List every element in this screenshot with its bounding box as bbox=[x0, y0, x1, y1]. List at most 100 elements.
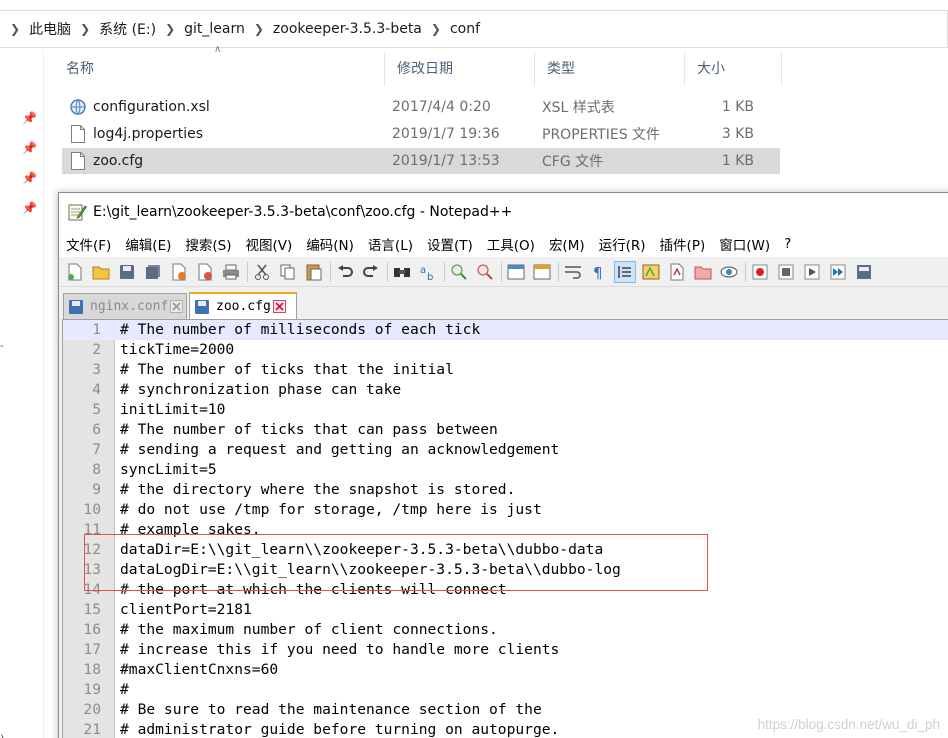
column-header-type[interactable]: 类型 bbox=[535, 52, 685, 86]
folder-as-workspace-icon[interactable] bbox=[693, 262, 713, 282]
column-header-name[interactable]: ∧ 名称 bbox=[54, 44, 385, 86]
zoom-out-icon[interactable] bbox=[475, 262, 495, 282]
copy-icon[interactable] bbox=[278, 262, 298, 282]
breadcrumb-separator-icon[interactable]: ❯ bbox=[431, 22, 441, 36]
menu-file[interactable]: 文件(F) bbox=[66, 234, 111, 254]
code-line[interactable]: 3 # The number of ticks that the initial bbox=[63, 360, 948, 380]
menu-settings[interactable]: 设置(T) bbox=[427, 234, 473, 254]
close-tab-icon[interactable] bbox=[170, 300, 184, 313]
indent-guide-icon[interactable] bbox=[614, 260, 636, 283]
breadcrumb-item-drive[interactable]: 系统 (E:) bbox=[99, 19, 156, 39]
sync-horizontal-icon[interactable] bbox=[532, 262, 552, 282]
file-row-selected[interactable]: zoo.cfg 2019/1/7 13:53 CFG 文件 1 KB bbox=[62, 148, 780, 174]
word-wrap-icon[interactable] bbox=[563, 262, 583, 282]
toolbar-separator bbox=[745, 261, 746, 282]
column-header-modified[interactable]: 修改日期 bbox=[385, 52, 535, 86]
menu-macro[interactable]: 宏(M) bbox=[549, 234, 585, 254]
stop-recording-icon[interactable] bbox=[776, 262, 796, 282]
code-line[interactable]: 5 initLimit=10 bbox=[63, 400, 948, 420]
code-line[interactable]: 9 # the directory where the snapshot is s… bbox=[63, 480, 948, 500]
monitoring-icon[interactable] bbox=[719, 262, 739, 282]
show-all-characters-icon[interactable]: ¶ bbox=[589, 262, 609, 282]
code-line[interactable]: 6 # The number of ticks that can pass bet… bbox=[63, 420, 948, 440]
save-macro-icon[interactable] bbox=[854, 262, 874, 282]
column-header-size[interactable]: 大小 bbox=[685, 52, 782, 86]
breadcrumb-separator-icon[interactable]: ❯ bbox=[80, 22, 90, 36]
code-line[interactable]: 19 # bbox=[63, 680, 948, 700]
code-line[interactable]: 16 # the maximum number of client connect… bbox=[63, 620, 948, 640]
menu-edit[interactable]: 编辑(E) bbox=[125, 234, 171, 254]
code-line-current[interactable]: 1 # The number of milliseconds of each ti… bbox=[63, 320, 948, 340]
redo-icon[interactable] bbox=[361, 262, 381, 282]
menu-search[interactable]: 搜索(S) bbox=[185, 234, 231, 254]
code-editor[interactable]: 1 # The number of milliseconds of each ti… bbox=[62, 319, 948, 738]
record-macro-icon[interactable] bbox=[750, 262, 770, 282]
pin-icon[interactable]: 📌 bbox=[22, 201, 37, 215]
svg-text:a: a bbox=[420, 265, 426, 276]
breadcrumb-chevron-icon[interactable]: ❯ bbox=[10, 22, 20, 36]
sync-vertical-icon[interactable] bbox=[506, 262, 526, 282]
close-tab-icon[interactable] bbox=[272, 300, 286, 313]
line-number: 8 bbox=[92, 461, 101, 478]
open-file-icon[interactable] bbox=[91, 262, 111, 282]
file-row[interactable]: configuration.xsl 2017/4/4 0:20 XSL 样式表 … bbox=[62, 94, 780, 120]
undo-icon[interactable] bbox=[335, 262, 355, 282]
pin-icon[interactable]: 📌 bbox=[22, 171, 37, 185]
breadcrumb-item-conf[interactable]: conf bbox=[450, 21, 480, 37]
tab-zoo-cfg[interactable]: zoo.cfg bbox=[189, 292, 297, 319]
file-list-header: ∧ 名称 修改日期 类型 大小 bbox=[54, 44, 784, 86]
code-line[interactable]: 8 syncLimit=5 bbox=[63, 460, 948, 480]
menu-tools[interactable]: 工具(O) bbox=[487, 234, 535, 254]
svg-text:b: b bbox=[427, 272, 433, 281]
zoom-in-icon[interactable] bbox=[449, 262, 469, 282]
user-defined-language-icon[interactable] bbox=[641, 262, 661, 282]
paste-icon[interactable] bbox=[304, 262, 324, 282]
replace-icon[interactable]: ab bbox=[418, 262, 438, 282]
menu-language[interactable]: 语言(L) bbox=[368, 234, 413, 254]
breadcrumb-separator-icon[interactable]: ❯ bbox=[165, 22, 175, 36]
run-macro-multiple-icon[interactable] bbox=[828, 262, 848, 282]
menu-encoding[interactable]: 编码(N) bbox=[306, 234, 354, 254]
code-line[interactable]: 7 # sending a request and getting an ackn… bbox=[63, 440, 948, 460]
code-line[interactable]: 4 # synchronization phase can take bbox=[63, 380, 948, 400]
line-text: # Be sure to read the maintenance sectio… bbox=[120, 701, 542, 718]
file-name: zoo.cfg bbox=[93, 153, 144, 169]
title-bar[interactable]: E:\git_learn\zookeeper-3.5.3-beta\conf\z… bbox=[59, 193, 948, 231]
menu-help[interactable]: ? bbox=[784, 236, 791, 252]
code-line[interactable]: 12 dataDir=E:\\git_learn\\zookeeper-3.5.3… bbox=[63, 540, 948, 560]
menu-view[interactable]: 视图(V) bbox=[246, 234, 293, 254]
code-line[interactable]: 2 tickTime=2000 bbox=[63, 340, 948, 360]
code-line[interactable]: 10 # do not use /tmp for storage, /tmp he… bbox=[63, 500, 948, 520]
find-icon[interactable] bbox=[392, 262, 412, 282]
pin-icon[interactable]: 📌 bbox=[22, 141, 37, 155]
code-line[interactable]: 17 # increase this if you need to handle … bbox=[63, 640, 948, 660]
code-line[interactable]: 15 clientPort=2181 bbox=[63, 600, 948, 620]
menu-plugins[interactable]: 插件(P) bbox=[660, 234, 706, 254]
cut-icon[interactable] bbox=[252, 262, 272, 282]
save-all-icon[interactable] bbox=[143, 262, 163, 282]
tab-nginx-conf[interactable]: nginx.conf bbox=[63, 293, 187, 319]
save-icon[interactable] bbox=[117, 262, 137, 282]
pin-icon[interactable]: 📌 bbox=[22, 111, 37, 125]
code-line[interactable]: 11 # example sakes. bbox=[63, 520, 948, 540]
menu-window[interactable]: 窗口(W) bbox=[719, 234, 770, 254]
nav-pane-fragment: ) bbox=[0, 733, 5, 738]
print-icon[interactable] bbox=[221, 262, 241, 282]
code-line[interactable]: 14 # the port at which the clients will c… bbox=[63, 580, 948, 600]
close-all-icon[interactable] bbox=[195, 262, 215, 282]
breadcrumb-item-zookeeper[interactable]: zookeeper-3.5.3-beta bbox=[273, 21, 422, 37]
file-row[interactable]: log4j.properties 2019/1/7 19:36 PROPERTI… bbox=[62, 121, 780, 147]
menu-run[interactable]: 运行(R) bbox=[599, 234, 646, 254]
new-file-icon[interactable] bbox=[65, 262, 85, 282]
code-line[interactable]: 13 dataLogDir=E:\\git_learn\\zookeeper-3.… bbox=[63, 560, 948, 580]
document-map-icon[interactable] bbox=[667, 262, 687, 282]
file-size: 1 KB bbox=[721, 153, 754, 169]
close-file-icon[interactable] bbox=[169, 262, 189, 282]
breadcrumb-item-this-pc[interactable]: 此电脑 bbox=[29, 19, 71, 39]
breadcrumb-separator-icon[interactable]: ❯ bbox=[254, 22, 264, 36]
breadcrumb-item-git-learn[interactable]: git_learn bbox=[184, 21, 245, 37]
playback-macro-icon[interactable] bbox=[802, 262, 822, 282]
toolbar-separator bbox=[558, 261, 559, 282]
code-line[interactable]: 18 #maxClientCnxns=60 bbox=[63, 660, 948, 680]
toolbar: ab ¶ bbox=[59, 257, 948, 287]
